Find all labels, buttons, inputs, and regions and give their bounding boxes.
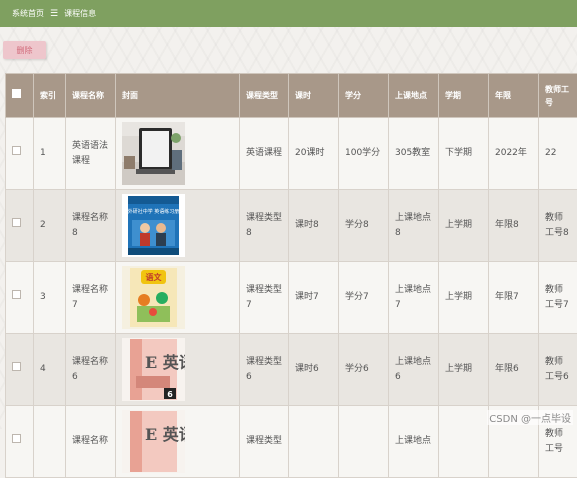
header-credit[interactable]: 学分 xyxy=(339,74,389,118)
cover-image-laptop[interactable] xyxy=(122,122,185,185)
header-index[interactable]: 索引 xyxy=(34,74,66,118)
cell-course-name: 课程名称8 xyxy=(66,190,116,262)
cell-course-name: 英语语法课程 xyxy=(66,118,116,190)
cell-hours: 课时7 xyxy=(289,262,339,334)
header-year[interactable]: 年限 xyxy=(489,74,539,118)
breadcrumb-home[interactable]: 系统首页 xyxy=(12,8,44,19)
row-checkbox[interactable] xyxy=(12,218,21,227)
cell-credit: 学分7 xyxy=(339,262,389,334)
cell-cover: E 英语 xyxy=(116,406,240,478)
cell-course-name: 课程名称7 xyxy=(66,262,116,334)
header-teacher-id[interactable]: 教师工号 xyxy=(539,74,577,118)
table-row[interactable]: 2 课程名称8 外研社中学 英语练习册 课程类型8 课时8 学分8 上课地点8 xyxy=(6,190,577,262)
cell-hours: 课时8 xyxy=(289,190,339,262)
cell-location: 上课地点 xyxy=(389,406,439,478)
english-book-title: E 英语 xyxy=(145,425,185,444)
cover-image-chinese-textbook[interactable]: 语文 xyxy=(122,266,185,329)
cover-image-english-textbook[interactable]: E 英语 xyxy=(122,410,185,473)
english-book-grade: 6 xyxy=(167,390,173,399)
cell-index: 4 xyxy=(34,334,66,406)
row-checkbox-cell[interactable] xyxy=(6,334,34,406)
cell-course-type: 课程类型 xyxy=(240,406,289,478)
cell-location: 上课地点7 xyxy=(389,262,439,334)
table-row[interactable]: 3 课程名称7 语文 课程类型7 课时7 学分7 上课地点7 上学期 年限7 教… xyxy=(6,262,577,334)
table-row[interactable]: 4 课程名称6 E 英语 6 课程类型6 课时6 学分6 上课地点6 上学期 年… xyxy=(6,334,577,406)
row-checkbox[interactable] xyxy=(12,434,21,443)
cell-index: 3 xyxy=(34,262,66,334)
cell-hours: 20课时 xyxy=(289,118,339,190)
table-header-row: 索引 课程名称 封面 课程类型 课时 学分 上课地点 学期 年限 教师工号 xyxy=(6,74,577,118)
cell-index: 2 xyxy=(34,190,66,262)
cell-location: 305教室 xyxy=(389,118,439,190)
cell-teacher-id: 教师工号8 xyxy=(539,190,577,262)
table-row[interactable]: 1 英语语法课程 英语课程 20课时 100学分 305教室 下学 xyxy=(6,118,577,190)
row-checkbox-cell[interactable] xyxy=(6,190,34,262)
header-course-name[interactable]: 课程名称 xyxy=(66,74,116,118)
cell-index xyxy=(34,406,66,478)
watermark: CSDN @一点毕设 xyxy=(487,410,573,425)
cell-credit: 学分6 xyxy=(339,334,389,406)
cell-year: 年限6 xyxy=(489,334,539,406)
cell-year: 2022年 xyxy=(489,118,539,190)
cover-image-english-textbook[interactable]: E 英语 6 xyxy=(122,338,185,401)
header-hours[interactable]: 课时 xyxy=(289,74,339,118)
chinese-book-title: 语文 xyxy=(146,272,163,282)
cell-year: 年限7 xyxy=(489,262,539,334)
row-checkbox-cell[interactable] xyxy=(6,262,34,334)
cell-term: 下学期 xyxy=(439,118,489,190)
cell-teacher-id: 教师工号7 xyxy=(539,262,577,334)
delete-button[interactable]: 删除 xyxy=(3,41,46,59)
english-book-title: E 英语 xyxy=(145,353,185,372)
cell-cover xyxy=(116,118,240,190)
row-checkbox[interactable] xyxy=(12,146,21,155)
cover-image-blue-textbook[interactable]: 外研社中学 英语练习册 xyxy=(122,194,185,257)
menu-icon: ☰ xyxy=(50,9,58,19)
cell-course-type: 课程类型8 xyxy=(240,190,289,262)
cell-teacher-id: 22 xyxy=(539,118,577,190)
row-checkbox[interactable] xyxy=(12,362,21,371)
breadcrumb: 系统首页 ☰ 课程信息 xyxy=(0,0,577,27)
cell-hours: 课时6 xyxy=(289,334,339,406)
row-checkbox-cell[interactable] xyxy=(6,406,34,478)
cell-course-name: 课程名称 xyxy=(66,406,116,478)
cell-term xyxy=(439,406,489,478)
cell-term: 上学期 xyxy=(439,190,489,262)
cell-cover: 语文 xyxy=(116,262,240,334)
cell-course-type: 课程类型6 xyxy=(240,334,289,406)
cell-term: 上学期 xyxy=(439,262,489,334)
cell-term: 上学期 xyxy=(439,334,489,406)
cell-course-type: 英语课程 xyxy=(240,118,289,190)
select-all-checkbox[interactable] xyxy=(12,89,21,98)
header-location[interactable]: 上课地点 xyxy=(389,74,439,118)
cell-location: 上课地点6 xyxy=(389,334,439,406)
cell-year: 年限8 xyxy=(489,190,539,262)
cell-credit: 100学分 xyxy=(339,118,389,190)
cell-teacher-id: 教师工号6 xyxy=(539,334,577,406)
breadcrumb-current: 课程信息 xyxy=(64,8,96,19)
cell-credit: 学分8 xyxy=(339,190,389,262)
cell-hours xyxy=(289,406,339,478)
row-checkbox-cell[interactable] xyxy=(6,118,34,190)
cell-course-type: 课程类型7 xyxy=(240,262,289,334)
cell-credit xyxy=(339,406,389,478)
header-select-all[interactable] xyxy=(6,74,34,118)
header-cover[interactable]: 封面 xyxy=(116,74,240,118)
blue-book-title: 外研社中学 英语练习册 xyxy=(128,208,180,215)
cell-location: 上课地点8 xyxy=(389,190,439,262)
cell-cover: E 英语 6 xyxy=(116,334,240,406)
cell-cover: 外研社中学 英语练习册 xyxy=(116,190,240,262)
cell-index: 1 xyxy=(34,118,66,190)
cell-course-name: 课程名称6 xyxy=(66,334,116,406)
header-course-type[interactable]: 课程类型 xyxy=(240,74,289,118)
row-checkbox[interactable] xyxy=(12,290,21,299)
header-term[interactable]: 学期 xyxy=(439,74,489,118)
